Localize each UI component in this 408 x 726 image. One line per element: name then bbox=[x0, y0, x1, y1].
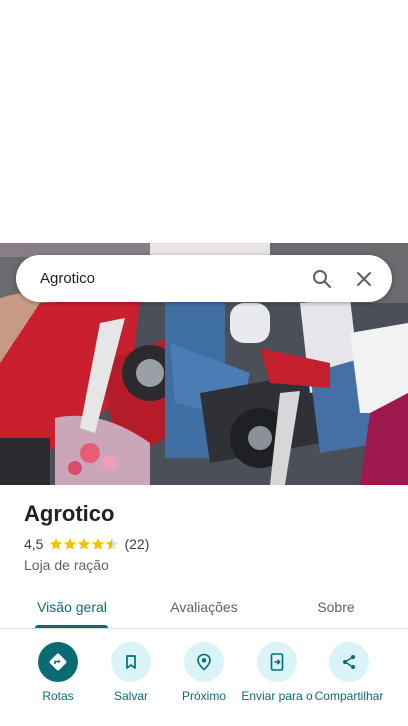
share-button[interactable]: Compartilhar bbox=[311, 642, 387, 703]
star-icon bbox=[78, 538, 91, 550]
close-icon bbox=[357, 271, 371, 286]
rating-value: 4,5 bbox=[24, 536, 44, 552]
send-to-phone-label: Enviar para o bbox=[241, 689, 313, 703]
send-to-phone-button[interactable]: Enviar para o bbox=[239, 642, 315, 703]
place-info: Agrotico 4,5 (22) Loja de ração bbox=[24, 500, 149, 573]
search-icon bbox=[313, 269, 332, 288]
rating-row[interactable]: 4,5 (22) bbox=[24, 536, 149, 552]
blank-header-area bbox=[0, 0, 408, 243]
share-icon bbox=[343, 655, 355, 669]
directions-icon bbox=[49, 653, 67, 671]
directions-button[interactable]: Rotas bbox=[20, 642, 96, 703]
search-input[interactable]: Agrotico bbox=[40, 270, 308, 287]
search-button[interactable] bbox=[308, 265, 336, 293]
save-circle bbox=[111, 642, 151, 682]
star-icon bbox=[50, 538, 63, 550]
clear-button[interactable] bbox=[350, 265, 378, 293]
send-to-phone-circle bbox=[257, 642, 297, 682]
active-tab-indicator bbox=[35, 625, 108, 628]
review-count[interactable]: (22) bbox=[124, 536, 149, 552]
nearby-button[interactable]: Próximo bbox=[166, 642, 242, 703]
tab-overview[interactable]: Visão geral bbox=[22, 586, 122, 627]
directions-circle bbox=[38, 642, 78, 682]
share-circle bbox=[329, 642, 369, 682]
share-label: Compartilhar bbox=[314, 689, 384, 703]
star-icon bbox=[92, 538, 105, 550]
nearby-circle bbox=[184, 642, 224, 682]
tab-about[interactable]: Sobre bbox=[286, 586, 386, 627]
tab-bar: Visão geral Avaliações Sobre bbox=[0, 586, 408, 629]
nearby-icon bbox=[197, 653, 211, 671]
save-button[interactable]: Salvar bbox=[93, 642, 169, 703]
send-to-phone-icon bbox=[270, 653, 284, 671]
search-bar[interactable]: Agrotico bbox=[16, 255, 392, 302]
action-buttons: Rotas Salvar Próximo Enviar para o Compa… bbox=[0, 640, 408, 726]
nearby-label: Próximo bbox=[181, 689, 226, 703]
bookmark-icon bbox=[126, 655, 136, 669]
half-star-icon bbox=[106, 538, 119, 550]
directions-label: Rotas bbox=[42, 689, 74, 703]
place-title: Agrotico bbox=[24, 501, 115, 526]
save-label: Salvar bbox=[113, 689, 148, 703]
tab-reviews[interactable]: Avaliações bbox=[154, 586, 254, 627]
place-category: Loja de ração bbox=[24, 557, 109, 573]
star-rating bbox=[49, 537, 119, 551]
star-icon bbox=[64, 538, 77, 550]
